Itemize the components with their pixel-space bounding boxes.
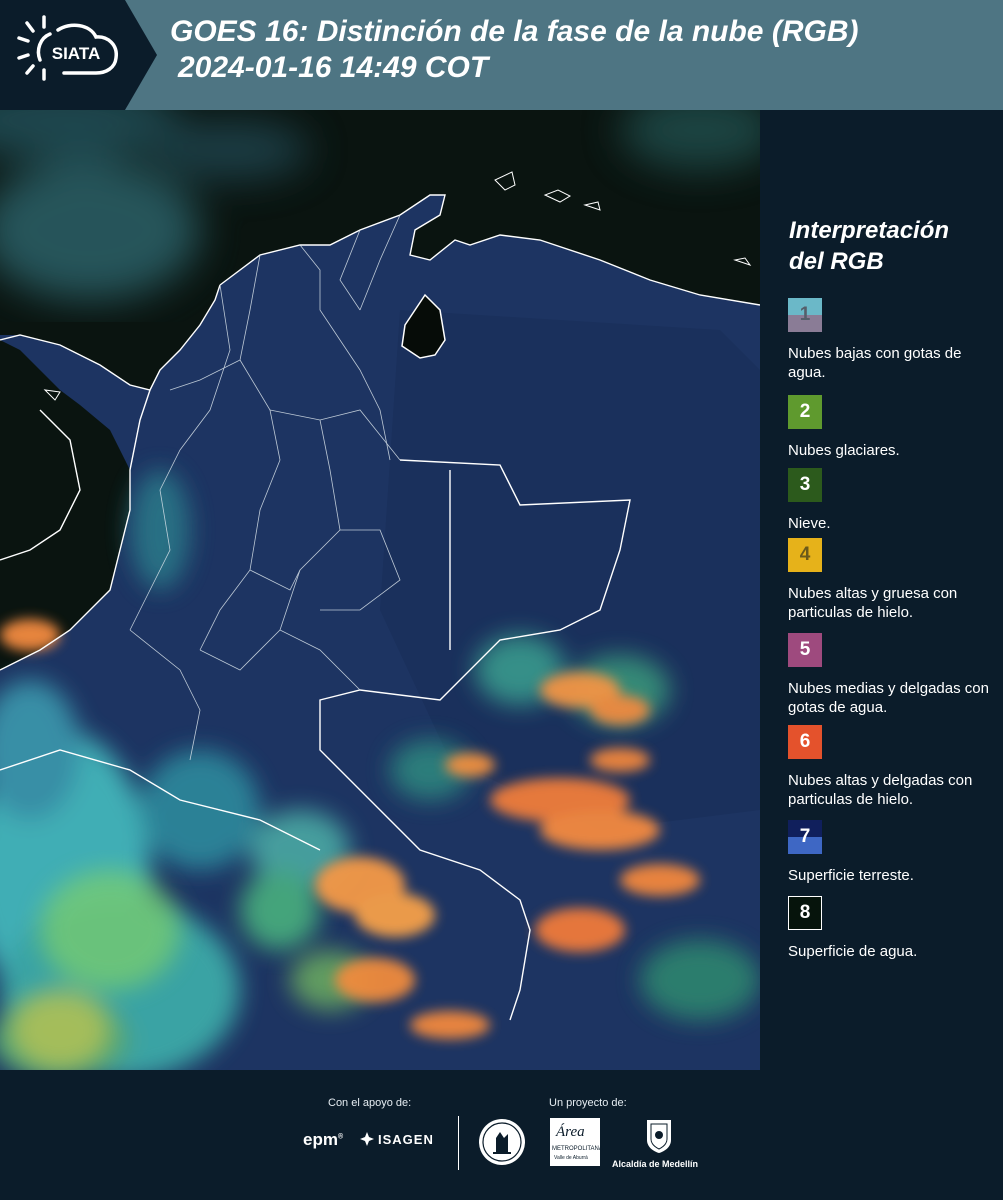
university-seal-icon [479, 1119, 525, 1165]
title-line-2: 2024-01-16 14:49 COT [178, 51, 489, 84]
legend-label: Nubes altas y delgadas con particulas de… [788, 772, 973, 808]
legend-swatch: 6 [788, 725, 822, 759]
page-title: GOES 16: Distinción de la fase de la nub… [170, 14, 858, 86]
area-metropolitana-logo: Área METROPOLITANA Valle de Aburrá [550, 1118, 603, 1166]
footer: Con el apoyo de: Un proyecto de: epm® IS… [0, 1070, 1003, 1200]
legend-number: 4 [799, 544, 811, 565]
legend-panel: Interpretación del RGB 1 Nubes bajas con… [760, 110, 1003, 1070]
legend-label: Nubes altas y gruesa con particulas de h… [788, 585, 958, 621]
siata-logo-text: SIATA [52, 44, 100, 63]
legend-number: 7 [799, 826, 811, 847]
isagen-logo-icon [360, 1132, 374, 1146]
footer-divider [458, 1116, 459, 1170]
partner1-line-3: Valle de Aburrá [554, 1155, 588, 1161]
legend-label: Nubes bajas con gotas de agua. [788, 345, 962, 381]
project-label: Un proyecto de: [549, 1097, 627, 1109]
epm-logo-text: epm [303, 1130, 338, 1149]
legend-swatch: 7 [788, 820, 822, 854]
satellite-image [0, 110, 760, 1070]
legend-title-line-1: Interpretación [789, 217, 950, 244]
legend-swatch: 8 [788, 896, 822, 930]
header: SIATA GOES 16: Distinción de la fase de … [0, 0, 1003, 110]
legend-number: 6 [799, 731, 811, 752]
legend-title: Interpretación del RGB [789, 215, 989, 277]
alcaldia-medellin-text: Alcaldía de Medellín [612, 1159, 699, 1169]
logo-panel: SIATA [0, 0, 157, 110]
legend-swatch: 4 [788, 538, 822, 572]
legend-swatch: 5 [788, 633, 822, 667]
legend-label: Nubes medias y delgadas con gotas de agu… [788, 680, 989, 716]
legend-swatch: 3 [788, 468, 822, 502]
partner1-line-1: Área [556, 1124, 585, 1140]
title-line-1: GOES 16: Distinción de la fase de la nub… [170, 15, 859, 48]
legend-title-line-2: del RGB [789, 248, 884, 275]
satellite-map[interactable] [0, 110, 760, 1070]
isagen-logo-text: ISAGEN [378, 1132, 434, 1147]
legend-swatch: 1 [788, 298, 822, 332]
legend-number: 8 [799, 902, 811, 923]
legend-number: 3 [799, 474, 811, 495]
legend-label: Superficie de agua. [788, 943, 918, 960]
support-label: Con el apoyo de: [328, 1097, 412, 1109]
legend-label: Nieve. [788, 515, 831, 532]
legend-number: 5 [799, 639, 811, 660]
legend-swatch: 2 [788, 395, 822, 429]
epm-logo: epm® [303, 1130, 344, 1149]
medellin-shield-icon [647, 1120, 671, 1153]
legend-number: 1 [799, 304, 811, 325]
legend-number: 2 [799, 401, 811, 422]
partner1-line-2: METROPOLITANA [552, 1146, 603, 1152]
legend-label: Nubes glaciares. [788, 442, 900, 459]
legend-label: Superficie terreste. [788, 867, 914, 884]
